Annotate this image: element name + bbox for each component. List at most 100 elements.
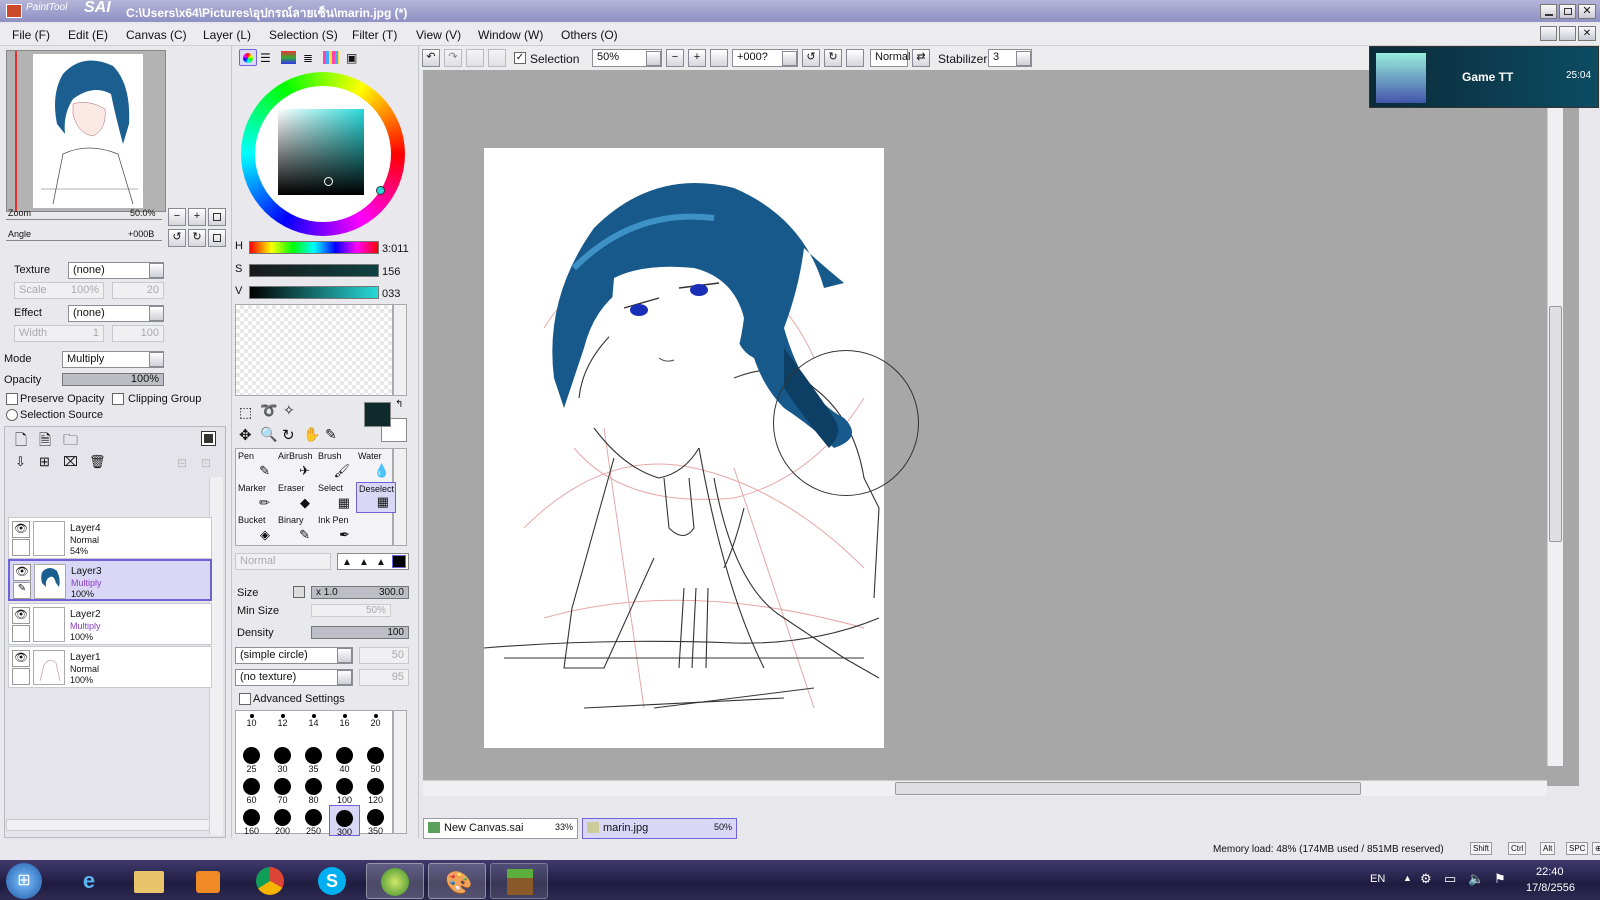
- transfer-down-icon[interactable]: ⇩: [15, 454, 26, 470]
- navigator-preview[interactable]: [6, 50, 166, 212]
- chevron-down-icon[interactable]: [337, 670, 352, 685]
- canvas-v-scrollbar[interactable]: [1547, 70, 1563, 766]
- network-tray-icon[interactable]: ⚙: [1420, 871, 1432, 887]
- tray-expand-icon[interactable]: ▲: [1403, 873, 1412, 883]
- maximize-button[interactable]: [1559, 4, 1576, 19]
- delete-layer-icon[interactable]: 🗑: [89, 454, 106, 470]
- clear-layer-icon[interactable]: ⌧: [63, 454, 78, 470]
- new-layer-icon[interactable]: 🗋: [15, 430, 27, 455]
- tool-eraser[interactable]: Eraser ◆: [276, 482, 316, 513]
- eye-icon[interactable]: 👁: [13, 564, 31, 581]
- layer-panel-square-icon[interactable]: [201, 431, 216, 446]
- shape-hard-icon[interactable]: ▲: [376, 557, 386, 568]
- zoom-icon[interactable]: 🔍: [260, 426, 277, 443]
- display-tray-icon[interactable]: ▭: [1444, 871, 1456, 887]
- size-slider[interactable]: x 1.0 300.0: [311, 586, 409, 599]
- flip-horizontal-button[interactable]: ⇄: [912, 49, 930, 67]
- brush-shape-select[interactable]: (simple circle): [235, 647, 353, 664]
- menu-view[interactable]: View (V): [416, 28, 461, 42]
- rotate-icon[interactable]: ↻: [282, 426, 295, 444]
- preserve-opacity-checkbox[interactable]: [6, 393, 18, 405]
- scratchpad[interactable]: [235, 304, 393, 396]
- undo-button[interactable]: ↶: [422, 49, 440, 67]
- toolbar-zoom-reset-button[interactable]: [710, 49, 728, 67]
- tool-bucket[interactable]: Bucket ◈: [236, 514, 276, 545]
- merge-down-icon[interactable]: ⊞: [39, 454, 50, 470]
- skype-taskbar-button[interactable]: S: [304, 863, 362, 899]
- eyedropper-icon[interactable]: ✎: [325, 426, 337, 443]
- brush-size-100[interactable]: 100: [329, 774, 360, 805]
- toolbar-rotate-reset-button[interactable]: [846, 49, 864, 67]
- swatches-icon[interactable]: [323, 51, 339, 64]
- clock-date[interactable]: 17/8/2556: [1526, 882, 1575, 894]
- doc-restore-button[interactable]: [1559, 26, 1576, 41]
- chevron-down-icon[interactable]: [1016, 51, 1031, 66]
- hand-icon[interactable]: ✋: [303, 426, 320, 443]
- lasso-icon[interactable]: ➰: [260, 402, 277, 419]
- toolbar-zoom-in-button[interactable]: +: [688, 49, 706, 67]
- brush-shape-selector[interactable]: ▲ ▲ ▲: [337, 553, 409, 570]
- menu-window[interactable]: Window (W): [478, 28, 543, 42]
- brush-size-160[interactable]: 160: [236, 805, 267, 836]
- lock-toggle[interactable]: [12, 668, 30, 685]
- chevron-down-icon[interactable]: [149, 306, 164, 321]
- canvas-viewport[interactable]: [423, 70, 1579, 796]
- menu-layer[interactable]: Layer (L): [203, 28, 251, 42]
- brush-size-16[interactable]: 16: [329, 712, 360, 743]
- density-slider[interactable]: 100: [311, 626, 409, 639]
- menu-selection[interactable]: Selection (S): [269, 28, 338, 42]
- shape-soft-icon[interactable]: ▲: [342, 557, 352, 568]
- angle-slider[interactable]: [6, 240, 162, 241]
- opacity-slider[interactable]: 100%: [62, 373, 164, 386]
- scratchpad-scrollbar[interactable]: [393, 304, 407, 396]
- tool-airbrush[interactable]: AirBrush ✈: [276, 450, 316, 481]
- rotate-reset-button[interactable]: [208, 229, 226, 247]
- chevron-down-icon[interactable]: [337, 648, 352, 663]
- brush-size-14[interactable]: 14: [298, 712, 329, 743]
- menu-canvas[interactable]: Canvas (C): [126, 28, 187, 42]
- brush-size-200[interactable]: 200: [267, 805, 298, 836]
- brush-size-350[interactable]: 350: [360, 805, 391, 836]
- saturation-slider[interactable]: [249, 264, 379, 277]
- minecraft-taskbar-button[interactable]: [490, 863, 548, 899]
- redo-button[interactable]: ↷: [444, 49, 462, 67]
- tab-marin-jpg[interactable]: marin.jpg 50%: [582, 818, 737, 839]
- hue-slider[interactable]: [249, 241, 379, 254]
- hsv-sliders-icon[interactable]: [281, 51, 296, 64]
- volume-icon[interactable]: 🔈: [1468, 871, 1484, 887]
- layer-item-layer3[interactable]: 👁 ✎ Layer3 Multiply 100%: [8, 559, 212, 601]
- color-list-icon[interactable]: ≣: [303, 51, 313, 65]
- brush-size-35[interactable]: 35: [298, 743, 329, 774]
- eye-icon[interactable]: 👁: [12, 650, 30, 667]
- size-lock-checkbox[interactable]: [293, 586, 305, 598]
- brush-size-60[interactable]: 60: [236, 774, 267, 805]
- action-center-flag-icon[interactable]: ⚑: [1494, 871, 1506, 887]
- ie-taskbar-button[interactable]: e: [60, 863, 118, 899]
- chevron-down-icon[interactable]: [149, 263, 164, 278]
- brush-size-12[interactable]: 12: [267, 712, 298, 743]
- magic-wand-icon[interactable]: ✧: [283, 402, 295, 419]
- doc-minimize-button[interactable]: [1540, 26, 1557, 41]
- brush-size-scrollbar[interactable]: [393, 710, 407, 834]
- lock-toggle[interactable]: [12, 625, 30, 642]
- tool-water[interactable]: Water 💧: [356, 450, 396, 481]
- clipping-group-checkbox[interactable]: [112, 393, 124, 405]
- brush-size-120[interactable]: 120: [360, 774, 391, 805]
- menu-others[interactable]: Others (O): [561, 28, 618, 42]
- rotate-left-button[interactable]: ↺: [168, 229, 186, 247]
- view-blend-select[interactable]: Normal: [870, 49, 910, 67]
- tool-deselect[interactable]: Deselect ▦: [356, 482, 396, 513]
- language-indicator[interactable]: EN: [1370, 873, 1385, 885]
- tab-new-canvas[interactable]: New Canvas.sai 33%: [423, 818, 578, 839]
- chevron-down-icon[interactable]: [646, 51, 661, 66]
- shape-square-icon[interactable]: [392, 555, 406, 568]
- menu-file[interactable]: File (F): [12, 28, 50, 42]
- eye-icon[interactable]: 👁: [12, 607, 30, 624]
- layer-h-scrollbar[interactable]: [6, 819, 210, 831]
- canvas-h-scrollbar[interactable]: [423, 780, 1547, 796]
- doc-close-button[interactable]: ✕: [1578, 26, 1596, 41]
- deselect-toolbar-button[interactable]: [466, 49, 484, 67]
- eye-icon[interactable]: 👁: [12, 521, 30, 538]
- advanced-settings-checkbox[interactable]: [239, 693, 251, 705]
- brush-size-50[interactable]: 50: [360, 743, 391, 774]
